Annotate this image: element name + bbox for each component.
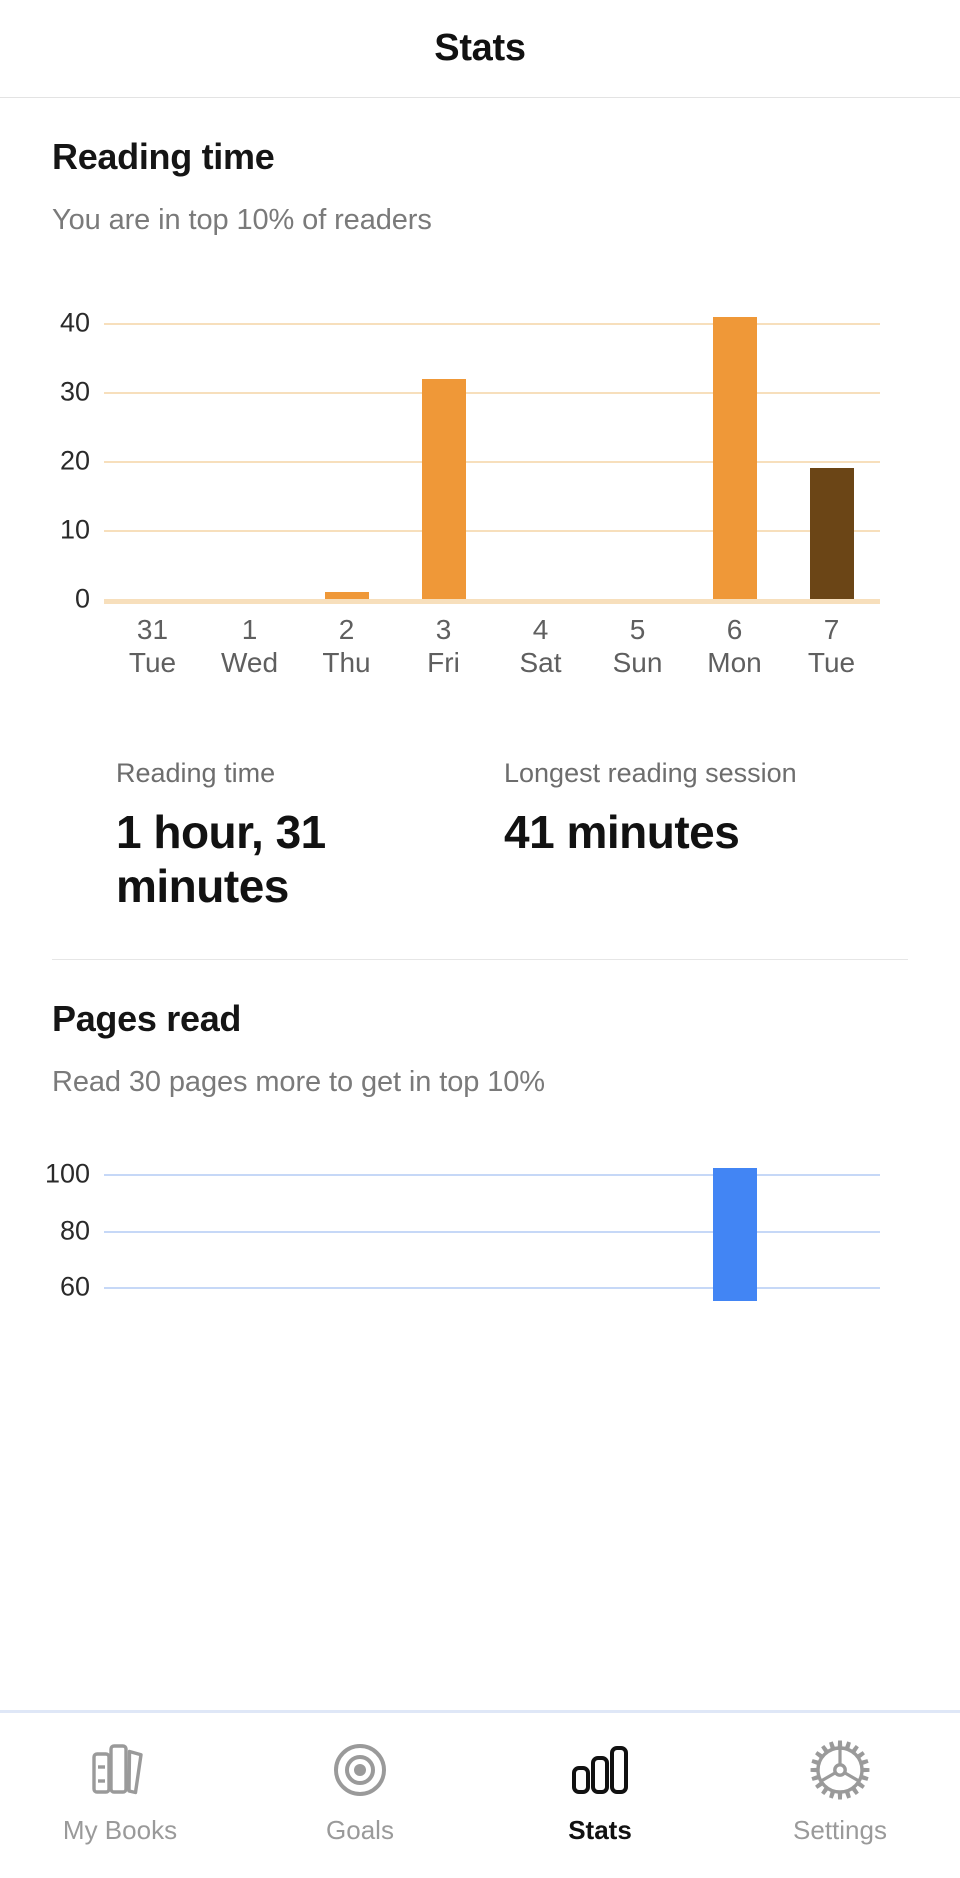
page-title: Stats <box>434 27 526 69</box>
x-axis-day: 31 <box>136 614 169 645</box>
gridline <box>104 599 880 604</box>
tab-my-books[interactable]: My Books <box>0 1713 240 1846</box>
x-axis-weekday: Sun <box>612 647 663 679</box>
bar <box>421 378 466 599</box>
bar-slot <box>298 289 395 599</box>
bar-group <box>104 1151 880 1302</box>
bar-slot <box>492 1151 589 1301</box>
y-axis-tick: 60 <box>59 1271 90 1302</box>
section-divider <box>52 959 908 961</box>
target-icon <box>329 1735 391 1805</box>
tab-stats[interactable]: Stats <box>480 1713 720 1846</box>
stat-longest-session: Longest reading session 41 minutes <box>486 757 844 913</box>
x-axis-day: 6 <box>726 614 743 645</box>
tab-label: Settings <box>793 1815 887 1845</box>
y-axis-tick: 30 <box>59 376 90 407</box>
tab-goals[interactable]: Goals <box>240 1713 480 1846</box>
x-axis-day: 4 <box>532 614 549 645</box>
reading-time-plot-area: 0 10 20 30 40 <box>60 289 880 614</box>
x-axis-weekday: Mon <box>707 647 762 679</box>
y-axis-tick: 80 <box>59 1215 90 1246</box>
x-axis-day: 5 <box>629 614 646 645</box>
bar-slot <box>686 1151 783 1302</box>
reading-time-subtitle: You are in top 10% of readers <box>52 204 432 236</box>
reading-time-summary: Reading time 1 hour, 31 minutes Longest … <box>52 757 908 913</box>
x-axis-day: 3 <box>435 614 452 645</box>
stat-value: 1 hour, 31 minutes <box>116 805 326 913</box>
x-axis-label: 6 Mon <box>686 613 783 679</box>
stat-label: Reading time <box>116 758 276 789</box>
x-axis-weekday: Tue <box>807 647 856 679</box>
tab-settings[interactable]: Settings <box>720 1713 960 1846</box>
pages-read-subtitle: Read 30 pages more to get in top 10% <box>52 1066 545 1099</box>
x-axis-day: 2 <box>338 614 355 645</box>
gear-icon <box>808 1735 872 1805</box>
bar-slot <box>783 1151 880 1301</box>
pages-read-chart: 60 80 100 <box>45 1151 908 1302</box>
x-axis-day: 1 <box>241 614 258 645</box>
pages-read-title: Pages read <box>52 998 242 1040</box>
tab-label: Stats <box>568 1815 632 1845</box>
bar <box>809 468 854 599</box>
bar <box>712 1168 757 1302</box>
bar-slot <box>104 1151 201 1301</box>
app-header: Stats <box>0 0 960 98</box>
bar-slot <box>298 1151 395 1301</box>
bar-group <box>104 289 880 599</box>
bar-slot <box>589 1151 686 1301</box>
bottom-tab-bar: My Books Goals Stats Settings <box>0 1710 960 1878</box>
bar-slot <box>395 289 492 599</box>
y-axis-tick: 100 <box>44 1158 90 1189</box>
x-axis-weekday: Sat <box>519 647 562 679</box>
stat-reading-time: Reading time 1 hour, 31 minutes <box>116 757 486 913</box>
y-axis-tick: 10 <box>59 514 90 545</box>
reading-time-x-axis: 31 Tue 1 Wed 2 Thu 3 Fri 4 Sat 5 Sun 6 Mon 7 Tue <box>104 613 880 679</box>
x-axis-label: 5 Sun <box>589 613 686 679</box>
y-axis-tick: 40 <box>59 307 90 338</box>
x-axis-weekday: Thu <box>322 647 371 679</box>
stat-label: Longest reading session <box>504 758 797 789</box>
tab-label: My Books <box>62 1815 178 1845</box>
x-axis-day: 7 <box>823 614 840 645</box>
bar <box>324 592 369 599</box>
bar-chart-icon <box>568 1735 632 1805</box>
bar-slot <box>589 289 686 599</box>
x-axis-label: 2 Thu <box>298 613 395 679</box>
x-axis-label: 7 Tue <box>783 613 880 679</box>
bar-slot <box>104 289 201 599</box>
x-axis-weekday: Fri <box>427 647 460 679</box>
y-axis-tick: 20 <box>59 445 90 476</box>
reading-time-chart: 0 10 20 30 40 31 Tue 1 Wed 2 Thu 3 Fri 4 Sat 5 Sun 6 Mon 7… <box>52 289 908 679</box>
bar <box>712 316 757 599</box>
x-axis-label: 4 Sat <box>492 613 589 679</box>
x-axis-label: 31 Tue <box>104 613 201 679</box>
books-icon <box>88 1735 152 1805</box>
x-axis-weekday: Tue <box>128 647 177 679</box>
tab-label: Goals <box>326 1815 394 1845</box>
y-axis-tick: 0 <box>74 583 90 614</box>
pages-read-plot-area: 60 80 100 <box>45 1151 880 1302</box>
x-axis-label: 1 Wed <box>201 613 298 679</box>
bar-slot <box>783 289 880 599</box>
bar-slot <box>201 1151 298 1301</box>
bar-slot <box>492 289 589 599</box>
reading-time-title: Reading time <box>52 136 275 177</box>
pages-read-section: Pages read Read 30 pages more to get in … <box>0 998 960 1302</box>
reading-time-section: Reading time You are in top 10% of reade… <box>0 136 960 961</box>
stats-screen: Stats Reading time You are in top 10% of… <box>0 0 960 1878</box>
x-axis-label: 3 Fri <box>395 613 492 679</box>
bar-slot <box>686 289 783 599</box>
bar-slot <box>201 289 298 599</box>
bar-slot <box>395 1151 492 1301</box>
stat-value: 41 minutes <box>504 805 740 858</box>
x-axis-weekday: Wed <box>220 647 279 679</box>
